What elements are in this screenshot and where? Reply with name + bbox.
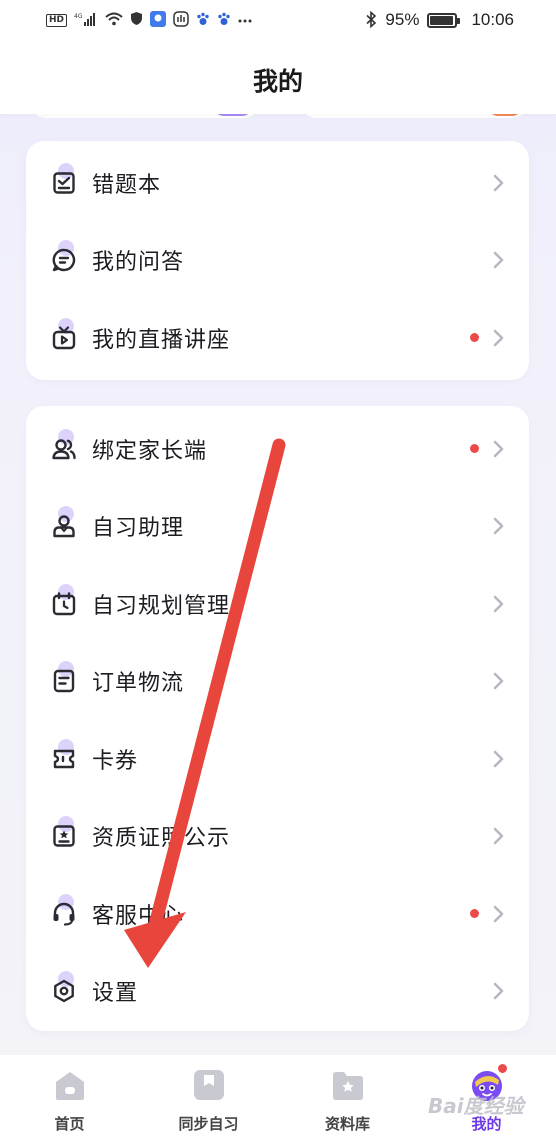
hand-icon [173, 10, 189, 30]
clock: 10:06 [471, 10, 514, 29]
users-icon [50, 428, 78, 463]
menu-group-study: 错题本 我的问答 我的直播讲座 [26, 141, 529, 380]
menu-item-settings[interactable]: 设置 [26, 953, 529, 1031]
menu-item-label: 客服中心 [92, 903, 185, 929]
menu-item-wrong-questions[interactable]: 错题本 [26, 144, 529, 222]
chevron-right-icon [491, 328, 505, 348]
nav-tab-home[interactable]: 首页 [0, 1067, 139, 1134]
menu-item-study-assistant[interactable]: 自习助理 [26, 488, 529, 566]
wifi-icon [105, 12, 123, 29]
notification-dot [470, 909, 479, 919]
chevron-right-icon [491, 981, 505, 1001]
menu-item-live-lectures[interactable]: 我的直播讲座 [26, 299, 529, 377]
settings-icon [50, 971, 78, 1005]
menu-item-qualifications[interactable]: 资质证照公示 [26, 798, 529, 876]
chevron-right-icon [491, 173, 505, 193]
folder-star-icon [330, 1067, 366, 1103]
chat-bubble-icon [50, 240, 78, 274]
menu-item-label: 自习规划管理 [92, 593, 231, 619]
hd-icon: HD [46, 13, 68, 27]
ticket-icon [50, 738, 78, 773]
menu-group-services: 绑定家长端 自习助理 自习规划管理 订单物流 卡券 资质证照公示 客服中心 设置 [26, 406, 529, 1031]
menu-item-label: 绑定家长端 [92, 438, 208, 464]
menu-item-label: 自习助理 [92, 516, 185, 542]
book-icon [191, 1067, 227, 1103]
menu-item-label: 资质证照公示 [92, 826, 231, 852]
chevron-right-icon [491, 826, 505, 846]
headset-icon [50, 893, 78, 928]
menu-item-customer-service[interactable]: 客服中心 [26, 875, 529, 953]
more-icon [238, 14, 252, 27]
battery-percent: 95% [385, 10, 420, 29]
chevron-right-icon [491, 250, 505, 270]
chevron-right-icon [491, 749, 505, 769]
status-left-icons: HD 4G [46, 10, 252, 30]
notification-dot [497, 1064, 507, 1073]
paw-icon [217, 12, 231, 29]
calendar-clock-icon [50, 583, 78, 618]
menu-item-orders[interactable]: 订单物流 [26, 643, 529, 721]
page-header: 我的 [0, 40, 556, 114]
bluetooth-icon [366, 10, 377, 30]
order-list-icon [50, 661, 78, 695]
nav-tab-sync-study[interactable]: 同步自习 [139, 1067, 278, 1134]
home-icon [52, 1067, 88, 1103]
chevron-right-icon [491, 904, 505, 924]
assistant-icon [50, 506, 78, 540]
chevron-right-icon [491, 671, 505, 691]
shield-icon [130, 11, 143, 29]
nav-label: 资料库 [324, 1115, 370, 1133]
menu-item-label: 我的直播讲座 [92, 327, 231, 353]
menu-item-label: 我的问答 [92, 250, 185, 276]
signal-4g-icon: 4G [74, 12, 98, 29]
menu-item-bind-parent[interactable]: 绑定家长端 [26, 410, 529, 488]
page-title: 我的 [252, 67, 303, 96]
menu-item-study-plan[interactable]: 自习规划管理 [26, 565, 529, 643]
tv-play-icon [50, 317, 78, 352]
chevron-right-icon [491, 439, 505, 459]
nav-tab-library[interactable]: 资料库 [278, 1067, 417, 1134]
status-right: 95% 10:06 [366, 10, 514, 30]
svg-text:4G: 4G [74, 13, 83, 20]
chevron-right-icon [491, 516, 505, 536]
paw-icon [196, 12, 210, 29]
notification-dot [470, 444, 479, 454]
menu-item-label: 卡券 [92, 748, 139, 774]
menu-item-label: 设置 [92, 981, 139, 1007]
nav-label: 首页 [54, 1115, 85, 1133]
menu-item-label: 错题本 [92, 172, 162, 198]
certificate-icon [50, 816, 78, 850]
chevron-right-icon [491, 594, 505, 614]
menu-item-coupons[interactable]: 卡券 [26, 720, 529, 798]
watermark: Bai度经验 [428, 1094, 524, 1118]
menu-item-label: 订单物流 [92, 671, 185, 697]
nav-label: 同步自习 [178, 1115, 239, 1133]
app-icon [150, 10, 167, 30]
status-bar: HD 4G 95% 10:06 [0, 0, 556, 40]
notebook-check-icon [50, 162, 78, 197]
battery-icon [427, 12, 461, 28]
notification-dot [470, 333, 479, 343]
menu-item-my-qa[interactable]: 我的问答 [26, 222, 529, 300]
